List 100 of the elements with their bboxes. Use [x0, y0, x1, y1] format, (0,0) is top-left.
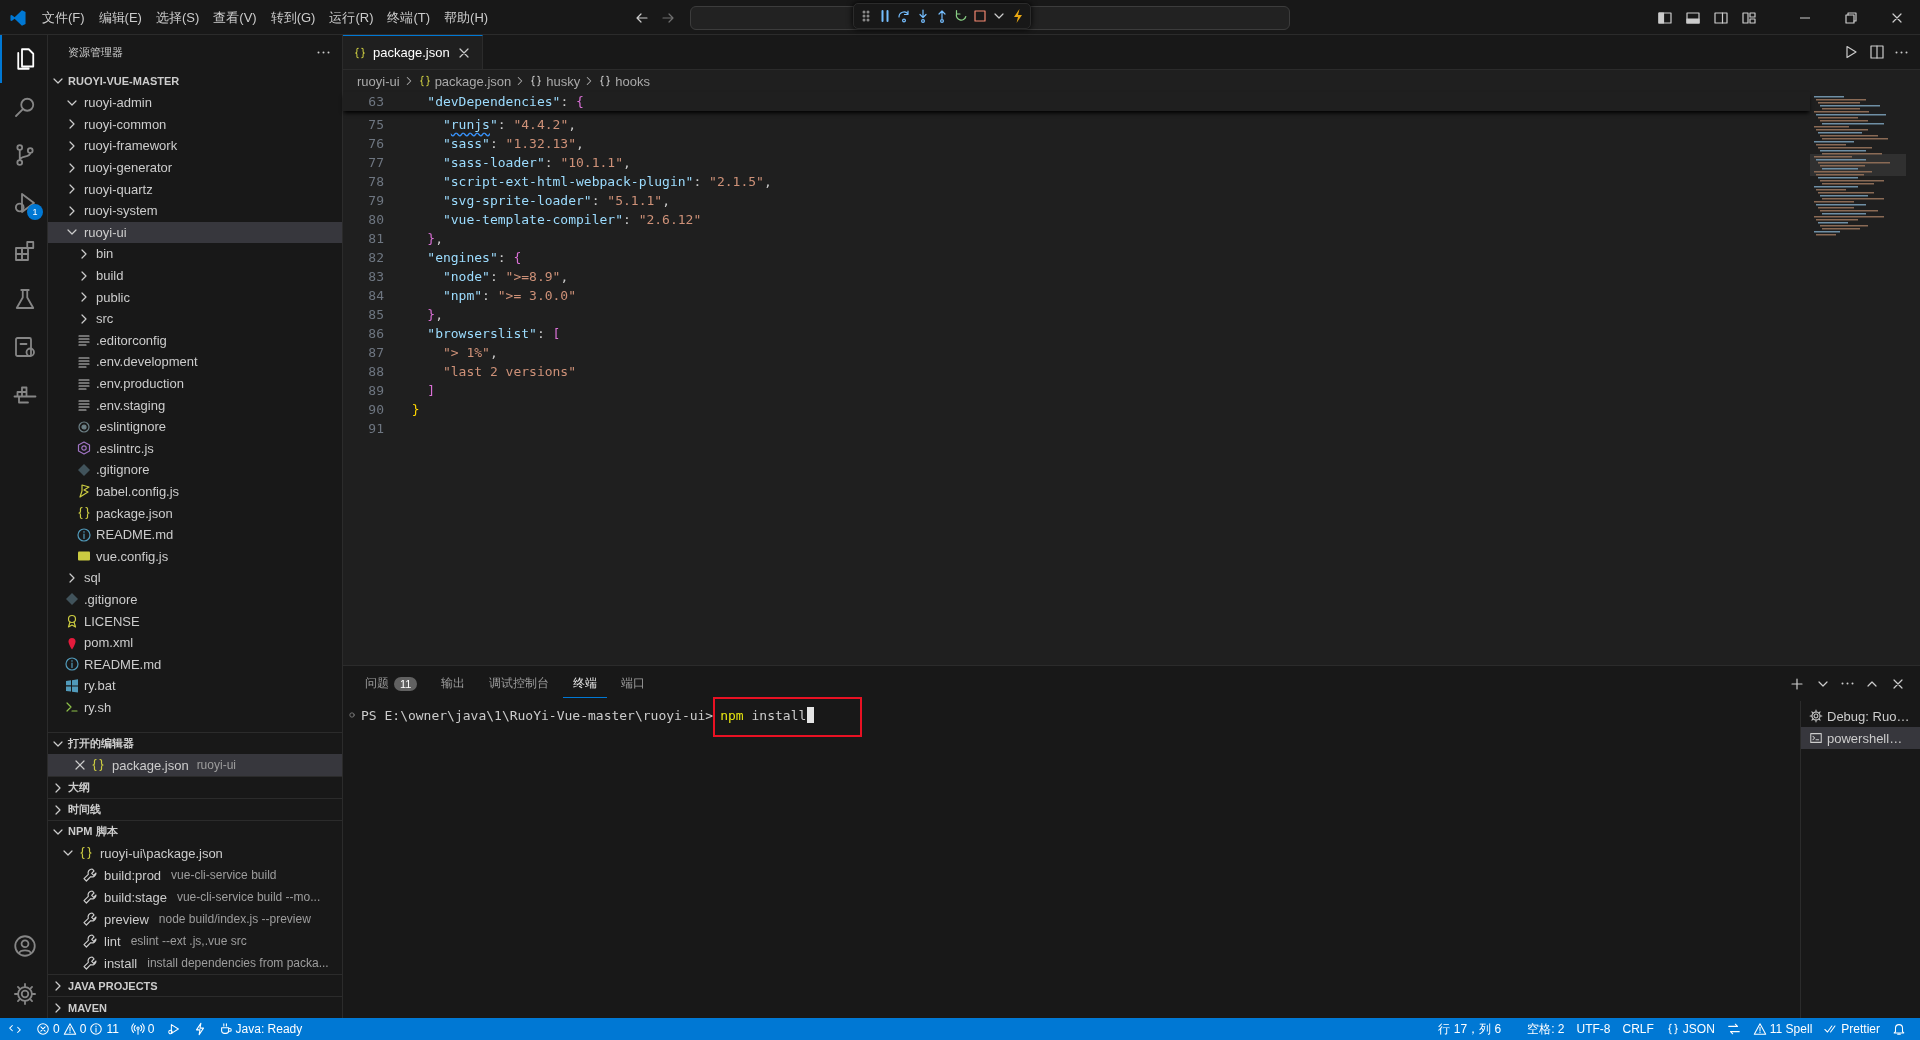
menu-item[interactable]: 查看(V): [206, 4, 264, 31]
file-item[interactable]: .gitignore: [48, 459, 342, 481]
status-item[interactable]: CRLF: [1616, 1018, 1660, 1040]
file-item[interactable]: LICENSE: [48, 610, 342, 632]
section-header[interactable]: 大纲: [48, 776, 342, 798]
java-status-button[interactable]: Java: Ready: [212, 1018, 309, 1040]
folder-item[interactable]: ruoyi-system: [48, 199, 342, 222]
npm-script-item[interactable]: install install dependencies from packa...: [48, 952, 342, 974]
status-item[interactable]: 行 17，列 6: [1432, 1018, 1508, 1040]
split-editor-icon[interactable]: [1869, 44, 1885, 60]
panel-title: 资源管理器: [68, 45, 123, 60]
status-item[interactable]: 空格: 2: [1521, 1018, 1571, 1040]
more-icon[interactable]: [1841, 682, 1854, 685]
breadcrumb-item[interactable]: package.json: [417, 73, 512, 89]
more-actions-button[interactable]: [317, 51, 330, 54]
code-line: "sass-loader": "10.1.1",: [441, 155, 631, 170]
breadcrumb-item[interactable]: hooks: [598, 73, 650, 89]
step-over-icon[interactable]: [896, 8, 912, 24]
folder-item[interactable]: ruoyi-framework: [48, 135, 342, 157]
tree-root-header[interactable]: RUOYI-VUE-MASTER: [48, 70, 342, 92]
menu-item[interactable]: 编辑(E): [91, 4, 149, 31]
folder-item[interactable]: src: [48, 307, 342, 330]
text-cursor: [807, 707, 815, 723]
status-item[interactable]: UTF-8: [1570, 1018, 1617, 1040]
file-item[interactable]: .env.staging: [48, 394, 342, 416]
section-header[interactable]: 时间线: [48, 798, 342, 820]
folder-item[interactable]: sql: [48, 567, 342, 589]
menu-item[interactable]: 文件(F): [35, 4, 92, 31]
spell-check-button[interactable]: 11 Spell: [1746, 1018, 1819, 1040]
panel-tab[interactable]: 问题 11: [355, 669, 428, 698]
folder-item[interactable]: ruoyi-common: [48, 113, 342, 136]
folder-item[interactable]: ruoyi-admin: [48, 92, 342, 114]
open-editor-item[interactable]: package.json ruoyi-ui: [48, 754, 342, 776]
file-item[interactable]: .eslintrc.js: [48, 437, 342, 460]
line-number: 78: [367, 174, 384, 189]
menu-item[interactable]: 转到(G): [263, 4, 323, 31]
restart-icon[interactable]: [953, 8, 969, 24]
panel-tab[interactable]: 调试控制台: [479, 669, 560, 698]
menu-item[interactable]: 运行(R): [322, 4, 381, 31]
problems-button[interactable]: 0 0 11: [30, 1018, 125, 1040]
file-item[interactable]: .gitignore: [48, 588, 342, 611]
editor-tab[interactable]: package.json: [343, 35, 483, 69]
file-item[interactable]: vue.config.js: [48, 545, 342, 568]
folder-item[interactable]: public: [48, 286, 342, 308]
code-line: "svg-sprite-loader": "5.1.1",: [441, 193, 670, 208]
line-number: 83: [367, 269, 384, 284]
file-item[interactable]: .editorconfig: [48, 329, 342, 352]
file-type-icon: [76, 440, 92, 457]
menu-item[interactable]: 终端(T): [380, 4, 438, 31]
folder-item[interactable]: build: [48, 264, 342, 287]
line-number: 79: [367, 193, 384, 208]
breadcrumb-item[interactable]: ruoyi-ui: [357, 73, 400, 89]
file-item[interactable]: ry.sh: [48, 696, 342, 719]
file-item[interactable]: .env.development: [48, 351, 342, 373]
terminal-instance[interactable]: Debug: Ruo…: [1801, 705, 1920, 727]
npm-script-item[interactable]: build:stage vue-cli-service build --mo...: [48, 886, 342, 908]
terminal-command: npm install: [720, 707, 807, 723]
stop-icon[interactable]: [972, 8, 988, 24]
section-header[interactable]: JAVA PROJECTS: [48, 974, 342, 996]
package-item[interactable]: ruoyi-ui\package.json: [48, 842, 342, 864]
line-number: 76: [367, 136, 384, 151]
panel-layout-icon: [1685, 9, 1701, 26]
terminal-instance[interactable]: powershell…: [1801, 727, 1920, 749]
file-item[interactable]: babel.config.js: [48, 480, 342, 503]
file-item[interactable]: README.md: [48, 523, 342, 546]
restore-icon: [1843, 9, 1859, 26]
menu-item[interactable]: 帮助(H): [437, 4, 496, 31]
code-line: "node": ">=8.9",: [441, 269, 569, 284]
breadcrumb-item[interactable]: husky: [529, 73, 581, 89]
remote-explorer-icon: [13, 335, 37, 359]
file-item[interactable]: ry.bat: [48, 675, 342, 697]
script-command: vue-cli-service build --mo...: [176, 890, 321, 904]
line-number: 91: [367, 421, 384, 436]
panel-tab[interactable]: 端口: [611, 669, 656, 698]
menu-item[interactable]: 选择(S): [148, 4, 207, 31]
file-item[interactable]: README.md: [48, 653, 342, 676]
file-item[interactable]: package.json: [48, 502, 342, 524]
panel-tab[interactable]: 输出: [431, 669, 476, 698]
section-header[interactable]: NPM 脚本: [48, 820, 342, 842]
line-number: 88: [367, 364, 384, 379]
npm-script-item[interactable]: build:prod vue-cli-service build: [48, 864, 342, 886]
file-item[interactable]: .eslintignore: [48, 415, 342, 438]
file-item[interactable]: .env.production: [48, 372, 342, 395]
run-icon[interactable]: [1843, 44, 1859, 60]
npm-script-item[interactable]: preview node build/index.js --preview: [48, 908, 342, 930]
ports-button[interactable]: 0: [124, 1018, 161, 1040]
language-button[interactable]: JSON: [1659, 1018, 1721, 1040]
folder-item[interactable]: ruoyi-ui: [48, 221, 342, 244]
panel-tab[interactable]: 终端: [563, 669, 608, 698]
folder-item[interactable]: bin: [48, 243, 342, 265]
line-number: 85: [367, 307, 384, 322]
more-icon[interactable]: [1895, 50, 1908, 54]
run-debug-button[interactable]: 1: [0, 179, 48, 227]
file-item[interactable]: pom.xml: [48, 631, 342, 654]
script-command: eslint --ext .js,.vue src: [130, 934, 247, 948]
folder-item[interactable]: ruoyi-quartz: [48, 178, 342, 200]
line-number: 63: [367, 94, 384, 109]
npm-script-item[interactable]: lint eslint --ext .js,.vue src: [48, 930, 342, 952]
formatter-button[interactable]: Prettier: [1818, 1018, 1886, 1040]
folder-item[interactable]: ruoyi-generator: [48, 156, 342, 179]
